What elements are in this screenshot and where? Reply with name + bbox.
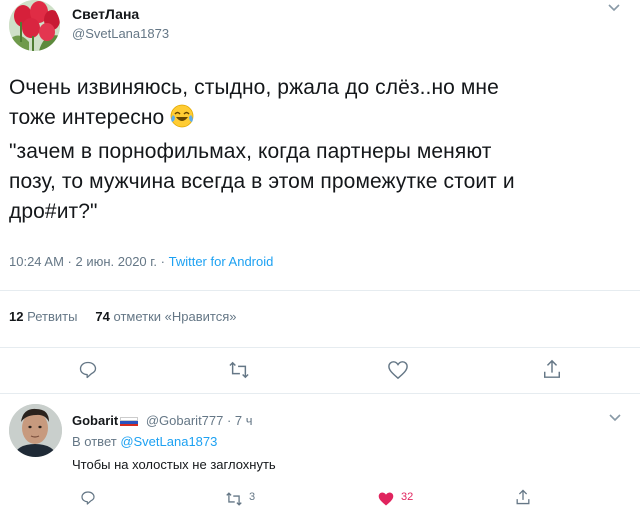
tweet-stats: 12 Ретвиты 74 отметки «Нравится»: [9, 309, 237, 324]
divider: [0, 290, 640, 291]
retweet-button[interactable]: [228, 360, 250, 380]
tweet-line: "зачем в порнофильмах, когда партнеры ме…: [9, 140, 492, 163]
reply-text: Чтобы на холостых не заглохнуть: [72, 457, 276, 472]
likes-stat[interactable]: 74 отметки «Нравится»: [95, 309, 236, 324]
like-button[interactable]: 32: [377, 490, 413, 508]
replying-to: В ответ @SvetLana1873: [72, 434, 218, 449]
heart-filled-icon: [378, 492, 394, 506]
reply-author-handle[interactable]: @Gobarit777 · 7 ч: [146, 413, 253, 428]
share-button[interactable]: [515, 488, 531, 506]
reply-icon: [81, 491, 95, 505]
divider: [0, 347, 640, 348]
share-icon: [516, 489, 530, 505]
tweet-meta: 10:24 AM · 2 июн. 2020 г. · Twitter for …: [9, 254, 273, 269]
like-count: 32: [401, 491, 414, 503]
reply-button[interactable]: [80, 490, 96, 506]
tweet-line: дро#ит?": [9, 200, 98, 223]
divider: [0, 393, 640, 394]
reply-to-link[interactable]: @SvetLana1873: [120, 434, 217, 449]
tweet-line: тоже интересно: [9, 106, 165, 129]
russia-flag-icon: [120, 417, 139, 426]
author-avatar[interactable]: [9, 0, 60, 51]
share-button[interactable]: [542, 358, 562, 380]
author-handle[interactable]: @SvetLana1873: [72, 26, 169, 41]
tweet-text: Очень извиняюсь, стыдно, ржала до слёз..…: [9, 73, 619, 227]
tweet-line: Очень извиняюсь, стыдно, ржала до слёз..…: [9, 76, 499, 99]
chevron-down-icon[interactable]: [607, 0, 621, 18]
retweets-stat[interactable]: 12 Ретвиты: [9, 309, 77, 324]
reply-header: Gobarit @Gobarit777 · 7 ч: [72, 413, 253, 428]
source-link[interactable]: Twitter for Android: [169, 254, 274, 269]
retweet-button[interactable]: 3: [225, 490, 255, 508]
retweet-icon: [229, 361, 249, 379]
heart-icon: [388, 361, 408, 380]
reply-icon: [79, 361, 97, 379]
like-button[interactable]: [387, 360, 409, 380]
author-name[interactable]: СветЛана: [72, 6, 139, 22]
retweet-icon: [226, 492, 242, 506]
timestamp[interactable]: 10:24 AM · 2 июн. 2020 г. ·: [9, 254, 169, 269]
retweet-count: 3: [249, 491, 256, 503]
reply-author-avatar[interactable]: [9, 404, 62, 457]
tweet-line: позу, то мужчина всегда в этом промежутк…: [9, 170, 515, 193]
chevron-down-icon[interactable]: [608, 410, 622, 428]
reply-author-name[interactable]: Gobarit: [72, 413, 118, 428]
face-with-tears-of-joy-icon: [170, 104, 194, 137]
reply-button[interactable]: [78, 360, 98, 380]
share-icon: [544, 359, 560, 378]
